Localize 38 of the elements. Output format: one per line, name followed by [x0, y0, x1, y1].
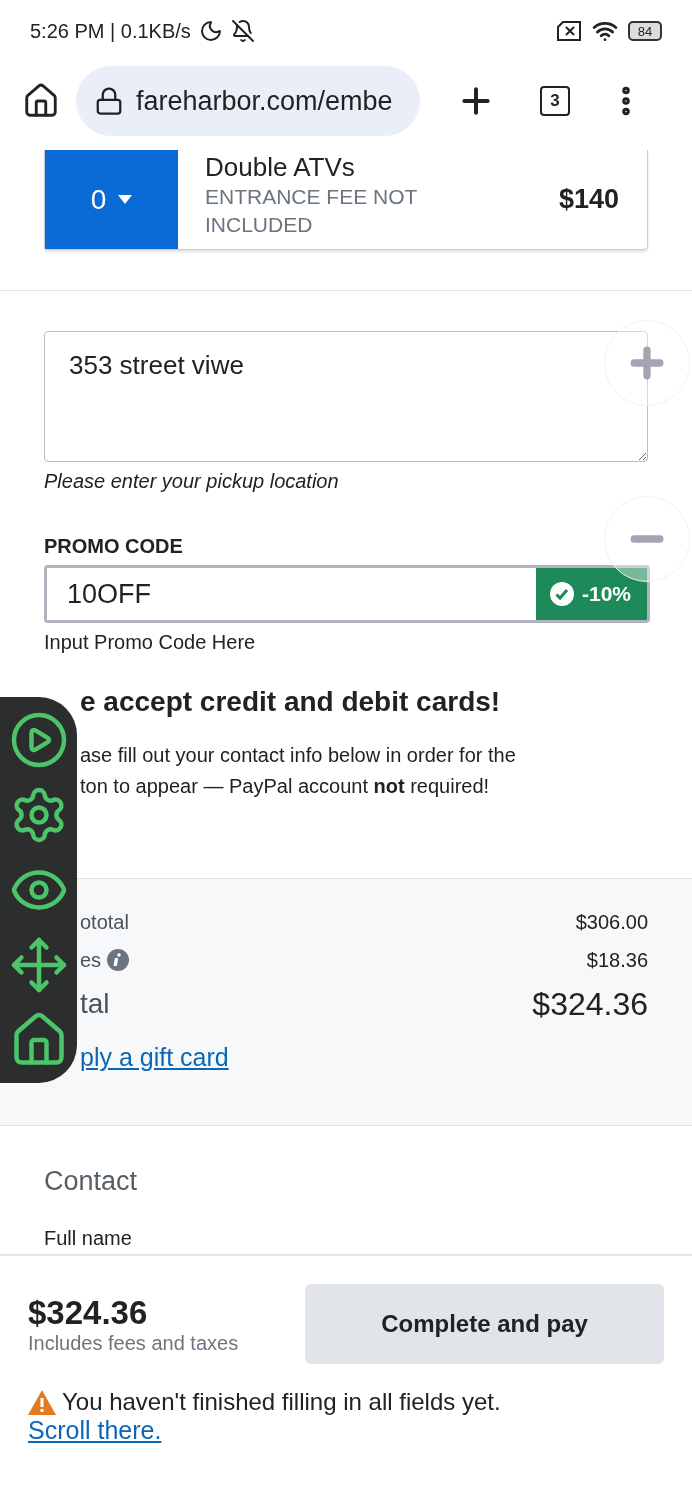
contact-heading: Contact — [44, 1166, 139, 1197]
scroll-link[interactable]: Scroll there. — [28, 1416, 162, 1445]
sim-off-icon — [556, 21, 582, 41]
payment-heading: e accept credit and debit cards! — [80, 686, 502, 718]
payment-note-line: ton to appear — PayPal account not required! — [80, 774, 491, 799]
promo-help: Input Promo Code Here — [44, 631, 257, 654]
address-bar[interactable]: fareharbor.com/embe — [76, 66, 420, 136]
muted-bell-icon — [230, 19, 255, 43]
item-price: $140 — [558, 184, 620, 215]
item-note: ENTRANCE FEE NOT INCLUDED — [205, 184, 418, 238]
info-icon[interactable] — [107, 949, 130, 971]
summary-label: ototal — [80, 910, 129, 934]
caret-icon — [118, 195, 133, 204]
summary-value: $324.36 — [532, 985, 648, 1023]
summary-value: $306.00 — [575, 910, 648, 934]
home-button[interactable] — [22, 82, 60, 120]
tab-count-button[interactable]: 3 — [540, 86, 570, 116]
item-name: Double ATVs — [205, 152, 356, 183]
warning-text: You haven't finished filling in all fields yet. — [62, 1388, 501, 1416]
status-time: 5:26 PM | 0.1KB/s — [30, 19, 191, 43]
discount-badge: -10% — [535, 568, 647, 620]
moon-icon — [198, 19, 223, 43]
promo-label: PROMO CODE — [44, 535, 184, 558]
promo-field[interactable]: 10OFF -10% — [44, 565, 650, 623]
summary-value: $18.36 — [586, 948, 648, 972]
pickup-field[interactable]: 353 street viwe — [44, 331, 648, 462]
quantity-dropdown[interactable]: 0 — [45, 150, 178, 249]
footer-total: $324.36 — [28, 1293, 149, 1332]
battery-indicator: 84 — [628, 21, 662, 41]
gift-card-link[interactable]: ply a gift card — [80, 1043, 229, 1072]
payment-note-line: ase fill out your contact info below in order for the — [80, 743, 517, 768]
warning-icon — [28, 1389, 56, 1415]
summary-label: es — [80, 948, 102, 972]
complete-pay-button[interactable]: Complete and pay — [305, 1284, 664, 1364]
summary-label: tal — [80, 988, 110, 1020]
pickup-help: Please enter your pickup location — [44, 470, 340, 493]
field-label: Full name — [44, 1227, 133, 1250]
footer-note: Includes fees and taxes — [28, 1331, 239, 1355]
